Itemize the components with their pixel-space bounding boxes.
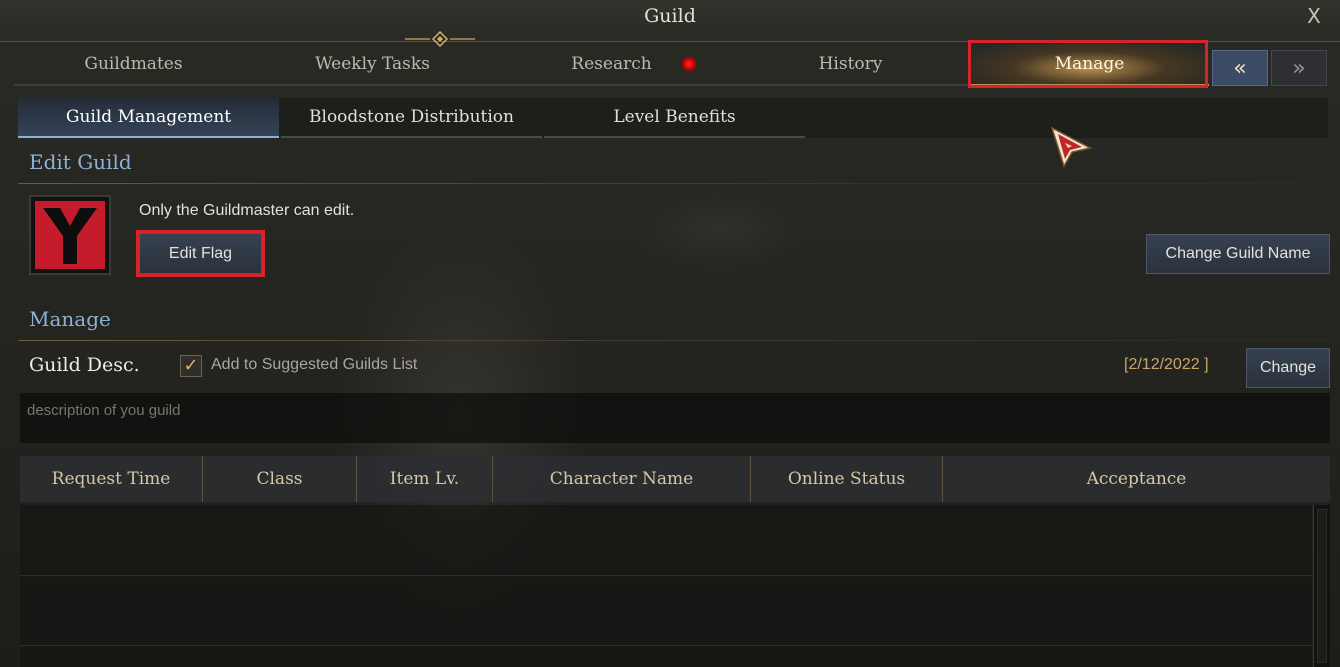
checkmark-icon: ✓ bbox=[183, 355, 199, 376]
column-item-level[interactable]: Item Lv. bbox=[357, 456, 493, 502]
tab-research[interactable]: Research bbox=[492, 44, 731, 86]
tab-history[interactable]: History bbox=[731, 44, 970, 86]
description-placeholder: description of you guild bbox=[27, 402, 181, 419]
scrollbar-thumb[interactable] bbox=[1317, 509, 1327, 663]
description-date: [2/12/2022 ] bbox=[1124, 356, 1209, 373]
section-divider bbox=[18, 340, 1330, 341]
guild-description-field[interactable]: description of you guild bbox=[20, 393, 1330, 443]
tab-label: Research bbox=[571, 54, 652, 74]
edit-flag-button[interactable]: Edit Flag bbox=[139, 233, 262, 274]
applicant-table-body bbox=[20, 505, 1312, 667]
manage-heading: Manage bbox=[29, 307, 111, 331]
edit-guild-heading: Edit Guild bbox=[29, 150, 132, 174]
close-button[interactable]: X bbox=[1302, 4, 1326, 30]
suggested-guilds-label: Add to Suggested Guilds List bbox=[211, 356, 418, 373]
tab-label: Weekly Tasks bbox=[315, 54, 430, 74]
change-description-button[interactable]: Change bbox=[1246, 348, 1330, 388]
guild-desc-label: Guild Desc. bbox=[29, 354, 140, 376]
tab-label: Guildmates bbox=[84, 54, 183, 74]
mouse-cursor-icon bbox=[1050, 126, 1093, 168]
window-titlebar: Guild X bbox=[0, 0, 1340, 48]
guild-flag bbox=[29, 195, 111, 275]
guild-emblem-icon bbox=[43, 208, 97, 264]
double-chevron-left-icon: « bbox=[1233, 55, 1247, 81]
window-title: Guild bbox=[644, 5, 696, 27]
applicant-table-header: Request Time Class Item Lv. Character Na… bbox=[20, 456, 1330, 502]
change-guild-name-button[interactable]: Change Guild Name bbox=[1146, 234, 1330, 274]
column-acceptance[interactable]: Acceptance bbox=[943, 456, 1330, 502]
sub-tab-bar: Guild Management Bloodstone Distribution… bbox=[18, 98, 1328, 138]
subtab-guild-management[interactable]: Guild Management bbox=[18, 98, 279, 138]
main-tab-bar: Guildmates Weekly Tasks Research History… bbox=[14, 44, 1209, 86]
tab-weekly-tasks[interactable]: Weekly Tasks bbox=[253, 44, 492, 86]
tab-label: Manage bbox=[1054, 54, 1125, 74]
nav-next-button[interactable]: » bbox=[1271, 50, 1327, 86]
notification-dot-icon bbox=[682, 57, 696, 71]
column-request-time[interactable]: Request Time bbox=[20, 456, 203, 502]
table-row-divider bbox=[20, 645, 1312, 646]
nav-prev-button[interactable]: « bbox=[1212, 50, 1268, 86]
table-row-divider bbox=[20, 575, 1312, 576]
tab-manage[interactable]: Manage bbox=[970, 44, 1209, 86]
guild-flag-field bbox=[35, 201, 105, 269]
tab-label: History bbox=[818, 54, 883, 74]
table-scrollbar[interactable] bbox=[1313, 505, 1330, 667]
column-character-name[interactable]: Character Name bbox=[493, 456, 751, 502]
guildmaster-notice: Only the Guildmaster can edit. bbox=[139, 202, 355, 219]
column-class[interactable]: Class bbox=[203, 456, 357, 502]
tab-guildmates[interactable]: Guildmates bbox=[14, 44, 253, 86]
section-divider bbox=[18, 183, 1330, 184]
suggested-guilds-checkbox[interactable]: ✓ bbox=[180, 355, 202, 377]
column-online-status[interactable]: Online Status bbox=[751, 456, 943, 502]
double-chevron-right-icon: » bbox=[1292, 55, 1306, 81]
subtab-level-benefits[interactable]: Level Benefits bbox=[544, 98, 805, 138]
subtab-bloodstone-distribution[interactable]: Bloodstone Distribution bbox=[281, 98, 542, 138]
